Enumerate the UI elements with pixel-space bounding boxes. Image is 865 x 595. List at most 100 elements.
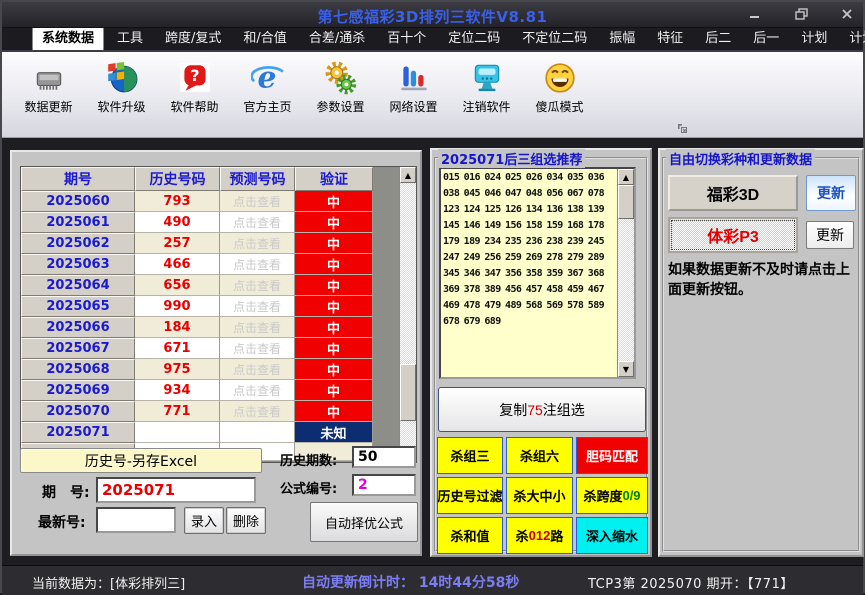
update-button[interactable]: 更新	[806, 175, 856, 211]
toolbar-button[interactable]: 傻瓜模式	[523, 58, 596, 115]
filter-button-label: 012	[529, 528, 551, 543]
predict-link-cell[interactable]: 点击查看	[220, 254, 295, 275]
upgrade-icon	[104, 60, 140, 96]
lottery-button[interactable]: 福彩3D	[668, 175, 798, 211]
window-title: 第七感福彩3D排列三软件V8.81	[2, 6, 863, 27]
table-header-cell: 预测号码	[220, 167, 295, 191]
copy-75-button[interactable]: 复制75注组选	[438, 387, 646, 432]
history-count-input[interactable]	[352, 446, 416, 468]
logout-monitor-icon	[469, 60, 505, 96]
recommend-numbers-box[interactable]: 015 016 024 025 026 034 035 036 038 045 …	[439, 167, 636, 379]
latest-number-input[interactable]	[96, 507, 176, 533]
filter-button[interactable]: 杀组六	[506, 437, 573, 474]
period-cell[interactable]: 2025068	[21, 359, 135, 380]
filter-button[interactable]: 杀012路	[506, 517, 573, 554]
verify-cell: 中	[295, 254, 373, 275]
save-excel-button[interactable]: 历史号-另存Excel	[20, 448, 262, 473]
table-row: 2025064656点击查看中	[21, 275, 416, 296]
filter-button[interactable]: 胆码匹配	[576, 437, 648, 474]
predict-link-cell[interactable]: 点击查看	[220, 359, 295, 380]
minimize-icon[interactable]	[747, 7, 763, 21]
predict-link-cell[interactable]: 点击查看	[220, 422, 295, 443]
period-input[interactable]	[96, 477, 256, 503]
scrollbar-thumb[interactable]	[618, 185, 634, 219]
delete-button[interactable]: 删除	[226, 507, 266, 534]
app-window: 第七感福彩3D排列三软件V8.81 系统数据工具跨度/复式和/合值合差/通杀百十…	[0, 0, 865, 593]
predict-link-cell[interactable]: 点击查看	[220, 233, 295, 254]
filter-button[interactable]: 历史号过滤	[437, 477, 503, 514]
filter-button[interactable]: 深入缩水	[576, 517, 648, 554]
toolbar-button-label: 注销软件	[462, 98, 510, 115]
toolbar-button[interactable]: 软件升级	[85, 58, 158, 115]
filter-button-label: 0/9	[622, 488, 640, 503]
scrollbar-thumb[interactable]	[400, 364, 416, 421]
predict-link-cell[interactable]: 点击查看	[220, 338, 295, 359]
table-header-cell: 期号	[21, 167, 135, 191]
enter-button[interactable]: 录入	[184, 507, 224, 534]
toolbar-button[interactable]: 注销软件	[450, 58, 523, 115]
table-scrollbar[interactable]: ▲ ▼	[399, 167, 416, 462]
toolbar-button[interactable]: 数据更新	[12, 58, 85, 115]
history-number-cell: 975	[135, 359, 220, 380]
period-cell[interactable]: 2025066	[21, 317, 135, 338]
recommend-numbers: 015 016 024 025 026 034 035 036 038 045 …	[443, 170, 616, 376]
period-cell[interactable]: 2025063	[21, 254, 135, 275]
filter-button[interactable]: 杀和值	[437, 517, 503, 554]
period-cell[interactable]: 2025067	[21, 338, 135, 359]
toolbar-buttons: 数据更新软件升级?软件帮助e官方主页参数设置网络设置注销软件傻瓜模式	[2, 52, 863, 115]
period-cell[interactable]: 2025062	[21, 233, 135, 254]
update-button[interactable]: 更新	[806, 221, 854, 249]
verify-cell: 中	[295, 296, 373, 317]
predict-link-cell[interactable]: 点击查看	[220, 296, 295, 317]
predict-link-cell[interactable]: 点击查看	[220, 380, 295, 401]
filter-button-label: 深入缩水	[586, 526, 638, 545]
scroll-down-icon[interactable]: ▼	[618, 361, 634, 377]
verify-cell: 未知	[295, 422, 373, 443]
filter-button[interactable]: 杀大中小	[506, 477, 573, 514]
toolbar-button[interactable]: ?软件帮助	[158, 58, 231, 115]
filter-button-label: 杀和值	[450, 526, 489, 545]
period-cell[interactable]: 2025061	[21, 212, 135, 233]
period-cell[interactable]: 2025071	[21, 422, 135, 443]
table-row: 2025060793点击查看中	[21, 191, 416, 212]
verify-cell: 中	[295, 380, 373, 401]
restore-icon[interactable]	[793, 7, 809, 21]
scroll-up-icon[interactable]: ▲	[618, 169, 634, 185]
predict-link-cell[interactable]: 点击查看	[220, 191, 295, 212]
toolbar-button[interactable]: 参数设置	[304, 58, 377, 115]
predict-link-cell[interactable]: 点击查看	[220, 317, 295, 338]
filter-button[interactable]: 杀跨度0/9	[576, 477, 648, 514]
homepage-icon: e	[250, 60, 286, 96]
numbers-scrollbar[interactable]: ▲ ▼	[617, 169, 634, 377]
scroll-up-icon[interactable]: ▲	[400, 167, 416, 183]
history-number-cell: 466	[135, 254, 220, 275]
dialog-launcher-icon[interactable]	[676, 122, 688, 134]
lottery-button[interactable]: 体彩P3	[668, 217, 798, 253]
period-cell[interactable]: 2025069	[21, 380, 135, 401]
history-number-cell: 671	[135, 338, 220, 359]
filter-button[interactable]: 杀组三	[437, 437, 503, 474]
auto-formula-button[interactable]: 自动择优公式	[310, 502, 418, 542]
countdown-status: 自动更新倒计时： 14时44分58秒	[302, 572, 519, 592]
predict-link-cell[interactable]: 点击查看	[220, 212, 295, 233]
close-icon[interactable]	[839, 7, 855, 21]
period-cell[interactable]: 2025060	[21, 191, 135, 212]
toolbar-button[interactable]: e官方主页	[231, 58, 304, 115]
filter-button-label: 胆码匹配	[586, 446, 638, 465]
history-number-cell: 934	[135, 380, 220, 401]
filter-button-label: 杀跨度	[583, 486, 622, 505]
copy-75-button-label: 75	[527, 402, 543, 418]
formula-number-input[interactable]	[352, 474, 416, 496]
history-number-cell: 257	[135, 233, 220, 254]
verify-cell: 中	[295, 359, 373, 380]
period-cell[interactable]: 2025064	[21, 275, 135, 296]
formula-number-label: 公式编号:	[280, 478, 337, 497]
latest-draw-status: TCP3第 2025070 期开：【771】	[588, 573, 794, 592]
period-cell[interactable]: 2025065	[21, 296, 135, 317]
predict-link-cell[interactable]: 点击查看	[220, 275, 295, 296]
toolbar-button[interactable]: 网络设置	[377, 58, 450, 115]
predict-link-cell[interactable]: 点击查看	[220, 401, 295, 422]
table-row: 2025068975点击查看中	[21, 359, 416, 380]
table-header-row: 期号历史号码预测号码验证	[21, 167, 416, 191]
period-cell[interactable]: 2025070	[21, 401, 135, 422]
